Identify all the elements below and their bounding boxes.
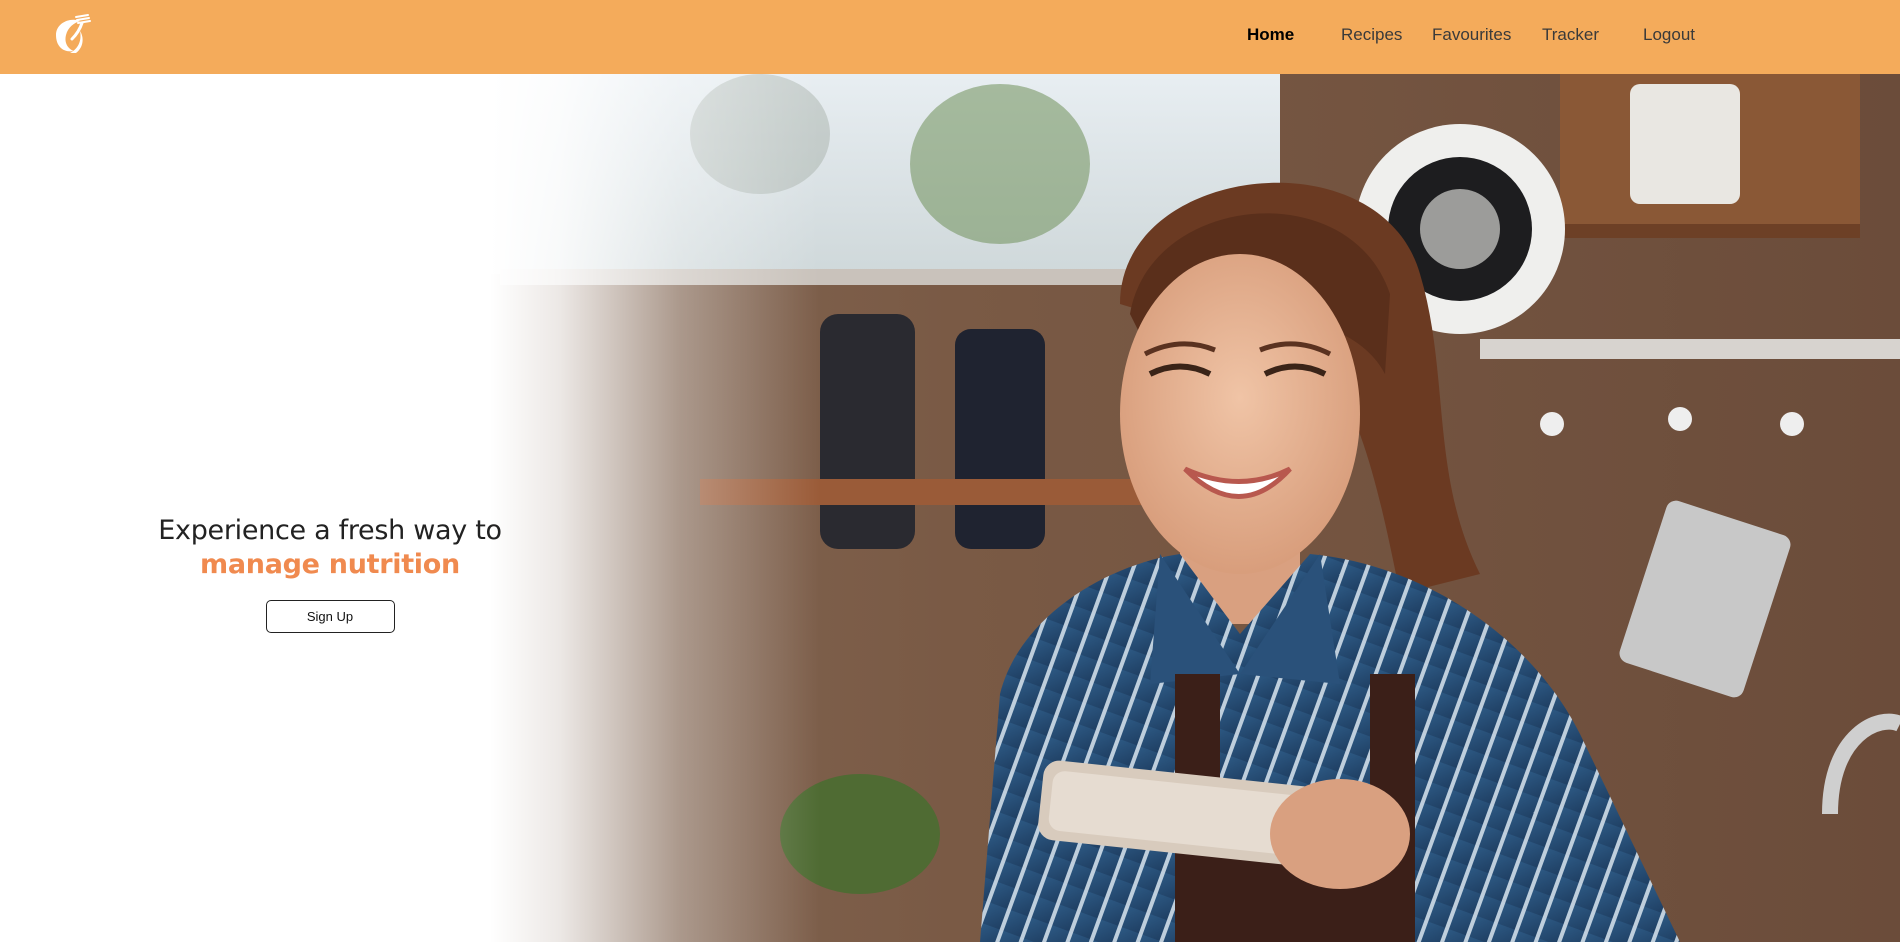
hero-fade-overlay [0,74,900,942]
hero-section [0,74,1900,942]
hero-headline-line2: manage nutrition [200,549,460,580]
nav-links: Home Recipes Favourites Tracker Logout [0,0,1900,74]
nav-favourites[interactable]: Favourites [1432,25,1511,45]
nav-home[interactable]: Home [1247,25,1294,45]
nav-logout[interactable]: Logout [1643,25,1695,45]
top-navbar: Home Recipes Favourites Tracker Logout [0,0,1900,74]
nav-tracker[interactable]: Tracker [1542,25,1599,45]
hero-copy: Experience a fresh way to manage nutriti… [140,514,520,633]
landing-page: Home Recipes Favourites Tracker Logout E… [0,0,1900,942]
sign-up-button[interactable]: Sign Up [265,600,395,633]
hero-headline-line1: Experience a fresh way to [158,515,502,546]
nav-recipes[interactable]: Recipes [1341,25,1402,45]
